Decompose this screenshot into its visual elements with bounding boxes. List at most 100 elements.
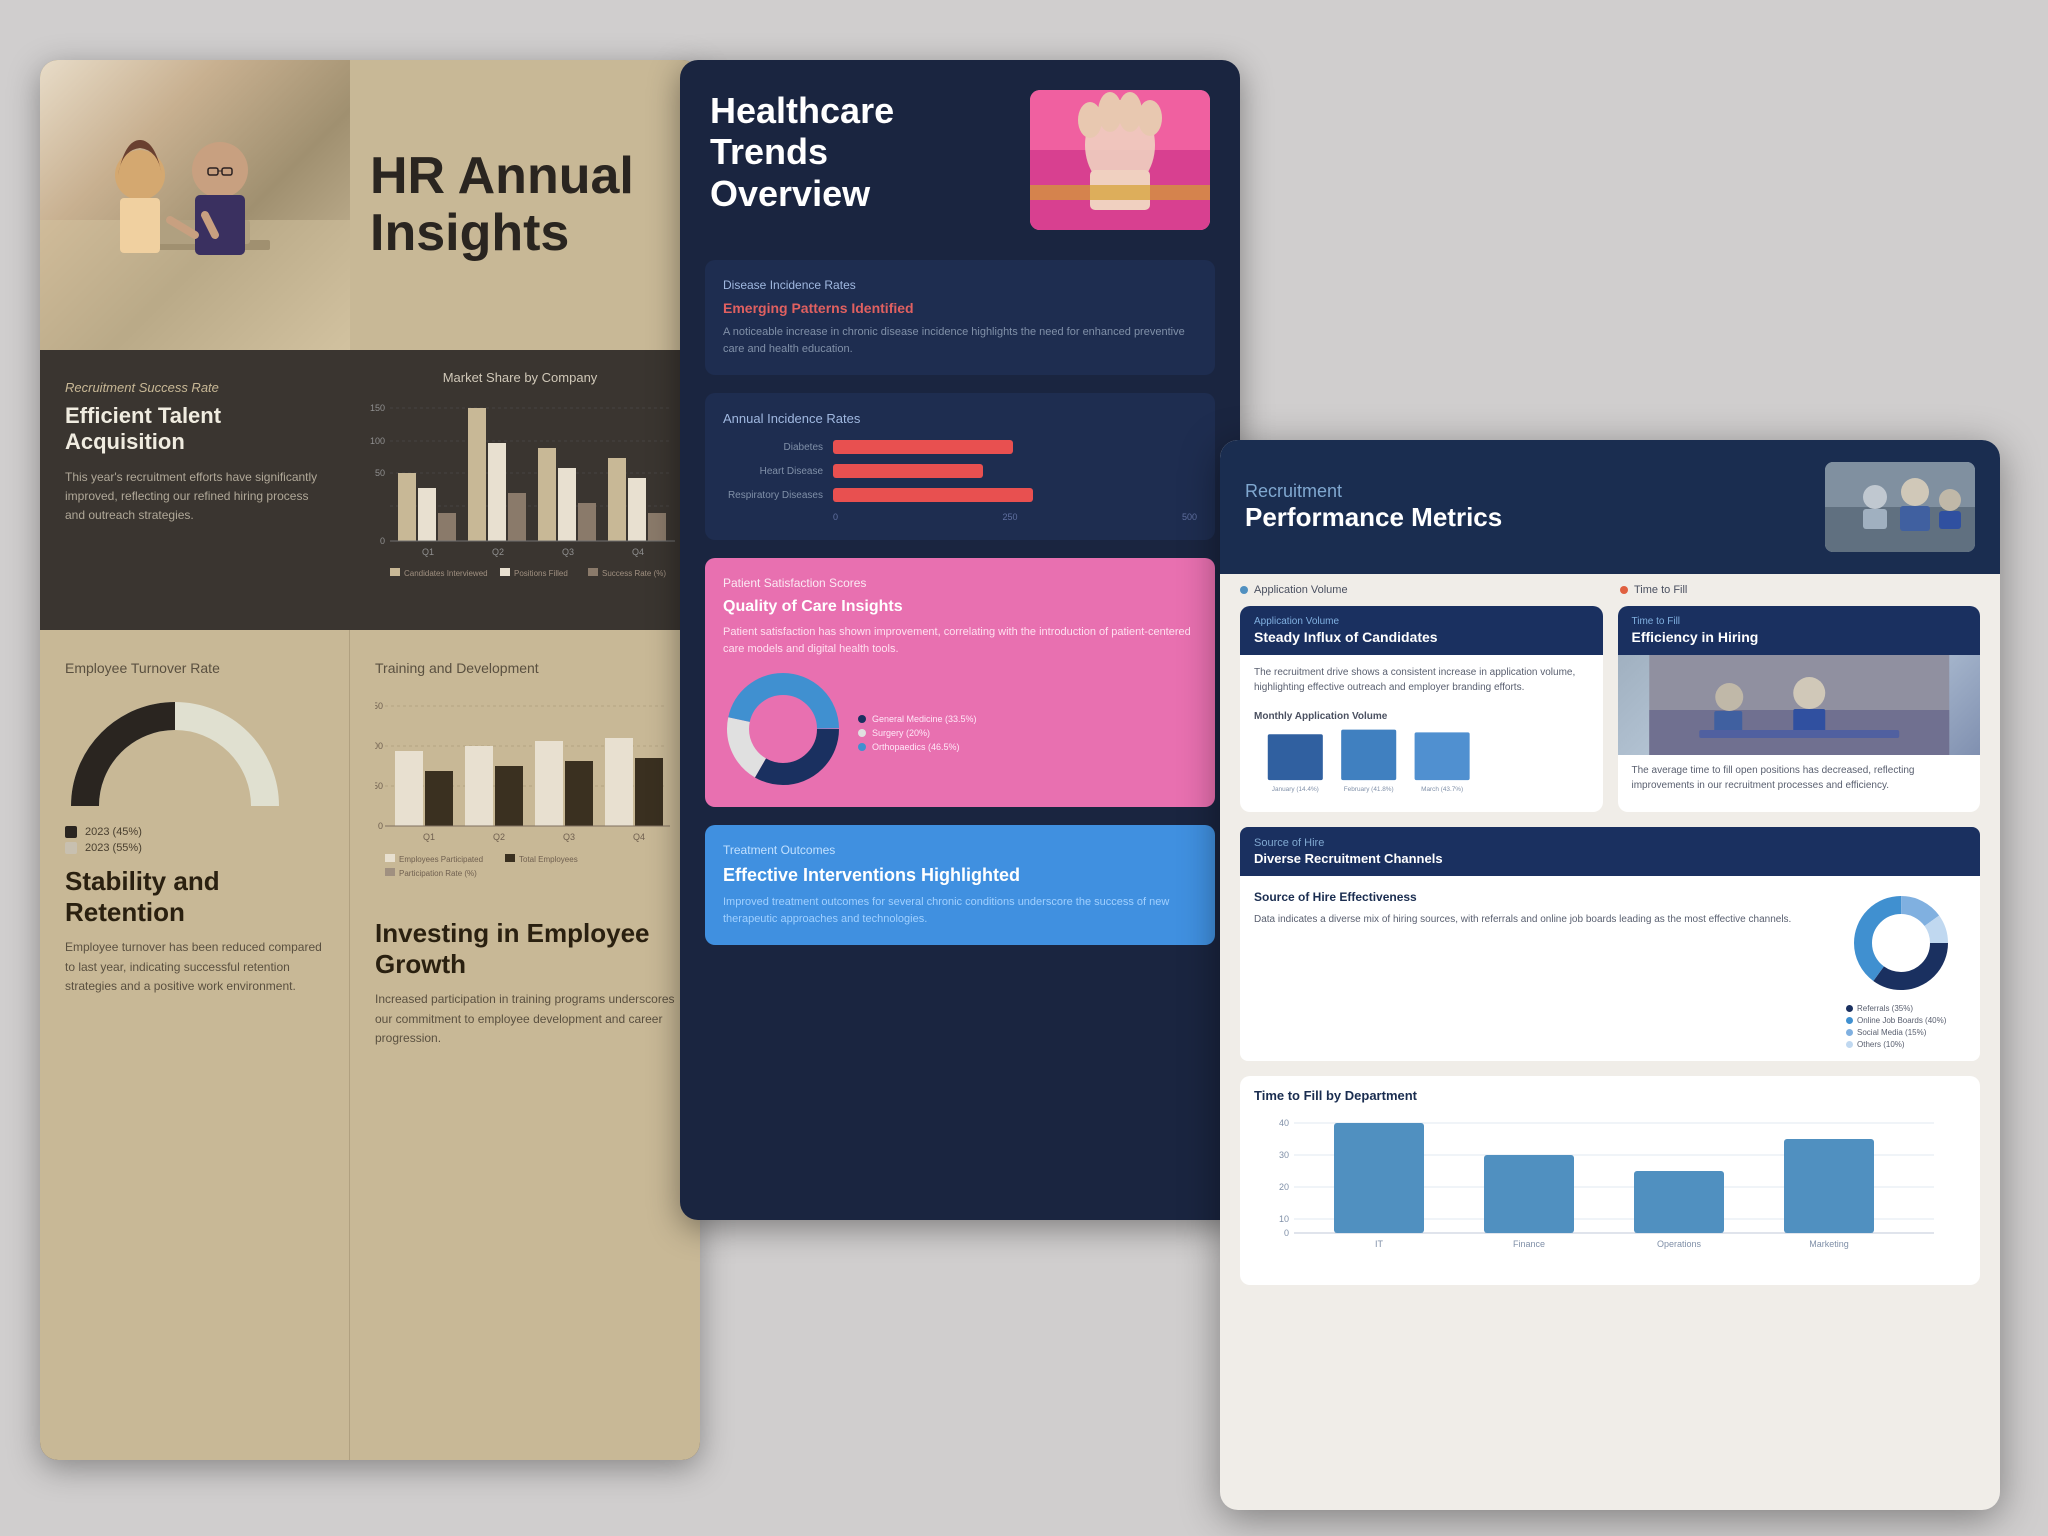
source-card-body: Data indicates a diverse mix of hiring s… xyxy=(1254,912,1831,927)
treatment-outcomes-card: Treatment Outcomes Effective Interventio… xyxy=(705,825,1215,945)
incidence-row-3: Respiratory Diseases xyxy=(723,488,1197,502)
training-chart-svg: 150 100 50 0 Q1 Q2 xyxy=(375,696,675,906)
source-donut-svg xyxy=(1846,888,1956,998)
svg-text:January (14.4%): January (14.4%) xyxy=(1272,786,1319,793)
disease-card-body: A noticeable increase in chronic disease… xyxy=(723,324,1197,357)
incidence-row-2: Heart Disease xyxy=(723,464,1197,478)
turnover-legend-1-text: 2023 (45%) xyxy=(85,826,142,838)
svg-text:Participation Rate (%): Participation Rate (%) xyxy=(399,869,477,878)
time-fill-photo xyxy=(1618,655,1981,755)
source-content: Source of Hire Effectiveness Data indica… xyxy=(1240,876,1980,1061)
svg-text:Q4: Q4 xyxy=(633,832,645,842)
recruit-title: Performance Metrics xyxy=(1245,502,1502,533)
health-header: HealthcareTrendsOverview xyxy=(680,60,1240,260)
svg-text:Marketing: Marketing xyxy=(1809,1239,1849,1249)
time-fill-header: Time to Fill Efficiency in Hiring xyxy=(1618,606,1981,655)
svg-text:Q2: Q2 xyxy=(492,547,504,557)
market-share-chart: Market Share by Company 150 100 50 0 xyxy=(350,350,700,630)
source-donut-area: Referrals (35%) Online Job Boards (40%) … xyxy=(1846,888,1966,1049)
svg-text:Candidates Interviewed: Candidates Interviewed xyxy=(404,569,488,578)
app-chart-title: Monthly Application Volume xyxy=(1240,705,1603,722)
metric-time-fill: Time to Fill xyxy=(1620,584,1980,596)
recruitment-title: Efficient Talent Acquisition xyxy=(65,403,325,456)
metric-app-label: Application Volume xyxy=(1254,584,1348,596)
svg-text:February (41.8%): February (41.8%) xyxy=(1344,786,1394,793)
hr-training-section: Training and Development 150 100 50 0 xyxy=(350,630,700,1460)
hr-slide: HR Annual Insights Recruitment Success R… xyxy=(40,60,700,1460)
time-fill-card: Time to Fill Efficiency in Hiring The av… xyxy=(1618,606,1981,812)
hr-bottom-section: Employee Turnover Rate 2023 (45%) 2023 (… xyxy=(40,630,700,1460)
turnover-donut xyxy=(65,696,285,826)
time-dept-card: Time to Fill by Department 40 30 20 10 0 xyxy=(1240,1076,1980,1285)
source-section-title: Diverse Recruitment Channels xyxy=(1254,851,1966,866)
svg-text:Q2: Q2 xyxy=(493,832,505,842)
incidence-row-1: Diabetes xyxy=(723,440,1197,454)
dot-app-volume xyxy=(1240,586,1248,594)
app-volume-label: Application Volume xyxy=(1254,616,1589,627)
turnover-title: Stability and Retention xyxy=(65,866,324,928)
time-fill-label-small: Time to Fill xyxy=(1632,616,1967,627)
bar-chart-svg: 150 100 50 0 xyxy=(360,393,680,603)
app-volume-chart: January (14.4%) February (41.8%) March (… xyxy=(1240,722,1580,797)
source-legend-referrals: Referrals (35%) xyxy=(1846,1004,1966,1013)
recruit-header-photo xyxy=(1825,462,1975,552)
svg-text:30: 30 xyxy=(1279,1150,1289,1160)
incidence-label-3: Respiratory Diseases xyxy=(723,490,823,501)
app-volume-body: The recruitment drive shows a consistent… xyxy=(1240,655,1603,705)
axis-500: 500 xyxy=(1182,512,1197,522)
svg-text:0: 0 xyxy=(1284,1228,1289,1238)
turnover-label: Employee Turnover Rate xyxy=(65,660,324,676)
svg-text:40: 40 xyxy=(1279,1118,1289,1128)
label-online: Online Job Boards (40%) xyxy=(1857,1016,1946,1025)
source-section-header: Source of Hire Diverse Recruitment Chann… xyxy=(1240,827,1980,876)
app-volume-card: Application Volume Steady Influx of Cand… xyxy=(1240,606,1603,812)
dot-surgery xyxy=(858,729,866,737)
hr-turnover-section: Employee Turnover Rate 2023 (45%) 2023 (… xyxy=(40,630,350,1460)
svg-text:March (43.7%): March (43.7%) xyxy=(1421,786,1463,793)
svg-text:100: 100 xyxy=(375,741,383,751)
dot-others xyxy=(1846,1041,1853,1048)
dot-time-fill xyxy=(1620,586,1628,594)
svg-text:Q4: Q4 xyxy=(632,547,644,557)
metric-app-volume: Application Volume xyxy=(1240,584,1600,596)
recruit-title-block: Recruitment Performance Metrics xyxy=(1245,481,1502,533)
incidence-chart: Annual Incidence Rates Diabetes Heart Di… xyxy=(705,393,1215,540)
treatment-card-title: Effective Interventions Highlighted xyxy=(723,865,1197,886)
label-social: Social Media (15%) xyxy=(1857,1028,1926,1037)
metric-labels-row: Application Volume Time to Fill xyxy=(1220,574,2000,606)
health-title-block: HealthcareTrendsOverview xyxy=(710,90,1010,230)
treatment-card-label: Treatment Outcomes xyxy=(723,843,1197,857)
health-hero-photo xyxy=(1030,90,1210,230)
source-chart-title: Source of Hire Effectiveness xyxy=(1254,888,1831,906)
legend-general-text: General Medicine (33.5%) xyxy=(872,714,977,724)
recruitment-body: This year's recruitment efforts have sig… xyxy=(65,468,325,526)
patient-card-label: Patient Satisfaction Scores xyxy=(723,576,1197,590)
svg-text:150: 150 xyxy=(375,701,383,711)
dot-ortho xyxy=(858,743,866,751)
legend-ortho-text: Orthopaedics (46.5%) xyxy=(872,742,960,752)
svg-text:IT: IT xyxy=(1375,1239,1384,1249)
patient-donut-legend: General Medicine (33.5%) Surgery (20%) O… xyxy=(858,714,977,752)
legend-dot-1 xyxy=(65,826,77,838)
source-legend-social: Social Media (15%) xyxy=(1846,1028,1966,1037)
patient-card-body: Patient satisfaction has shown improveme… xyxy=(723,624,1197,657)
svg-text:50: 50 xyxy=(375,781,383,791)
recruit-photo-svg xyxy=(1825,462,1975,552)
time-fill-body: The average time to fill open positions … xyxy=(1618,755,1981,805)
incidence-chart-title: Annual Incidence Rates xyxy=(723,411,1197,426)
svg-text:0: 0 xyxy=(380,536,385,546)
svg-text:Success Rate (%): Success Rate (%) xyxy=(602,569,666,578)
time-fill-title: Efficiency in Hiring xyxy=(1632,629,1967,645)
office-photo-svg xyxy=(1618,655,1981,755)
source-hire-section: Source of Hire Diverse Recruitment Chann… xyxy=(1220,827,2000,1076)
dot-referrals xyxy=(1846,1005,1853,1012)
recruitment-slide: Recruitment Performance Metrics Applicat… xyxy=(1220,440,2000,1510)
incidence-label-1: Diabetes xyxy=(723,442,823,453)
turnover-legend-2-text: 2023 (55%) xyxy=(85,842,142,854)
patient-satisfaction-card: Patient Satisfaction Scores Quality of C… xyxy=(705,558,1215,807)
recruit-bottom-row: Time to Fill by Department 40 30 20 10 0 xyxy=(1220,1076,2000,1305)
turnover-legend-1: 2023 (45%) xyxy=(65,826,324,838)
axis-0: 0 xyxy=(833,512,838,522)
treatment-card-body: Improved treatment outcomes for several … xyxy=(723,894,1197,927)
disease-card-highlight: Emerging Patterns Identified xyxy=(723,300,1197,316)
